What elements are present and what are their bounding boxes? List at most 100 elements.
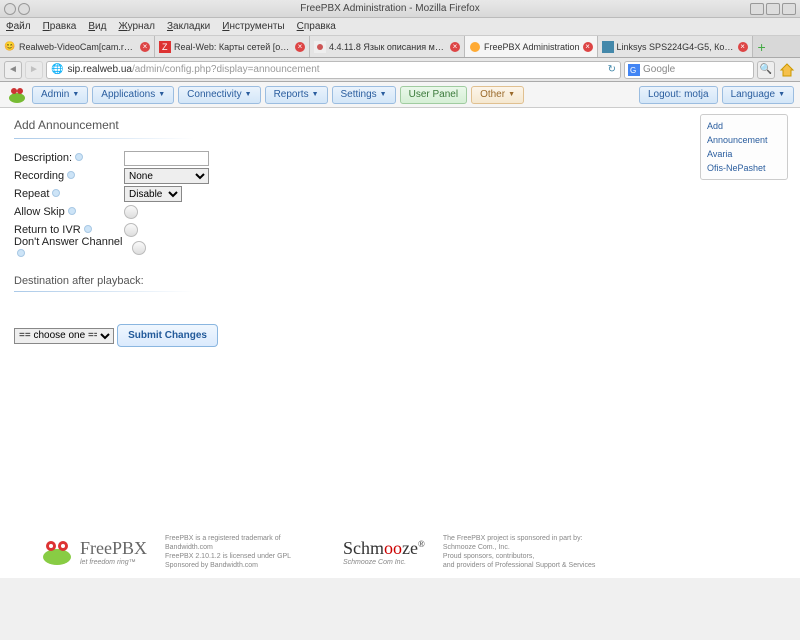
label-allow-skip: Allow Skip: [14, 206, 65, 218]
nav-label: Reports: [274, 89, 309, 100]
tab-label: 4.4.11.8 Язык описания маршр...: [329, 42, 447, 52]
submit-button[interactable]: Submit Changes: [117, 324, 218, 347]
rnav-item[interactable]: Avaria: [707, 147, 781, 161]
url-host: sip.realweb.ua: [67, 64, 131, 75]
menu-history[interactable]: Журнал: [118, 21, 155, 32]
help-icon[interactable]: [84, 225, 92, 233]
nav-applications[interactable]: Applications▼: [92, 86, 174, 104]
return-ivr-checkbox[interactable]: [124, 223, 138, 237]
chevron-down-icon: ▼: [508, 91, 515, 98]
freepbx-footer-logo: FreePBX let freedom ring™: [40, 537, 147, 567]
nav-other[interactable]: Other▼: [471, 86, 524, 104]
help-icon[interactable]: [75, 153, 83, 161]
nav-label: Admin: [41, 89, 69, 100]
favicon-icon: [469, 41, 481, 53]
menu-tools[interactable]: Инструменты: [222, 21, 284, 32]
page-heading: Add Announcement: [14, 118, 786, 132]
help-icon[interactable]: [67, 171, 75, 179]
tab-label: Real-Web: Карты сетей [обновл...: [174, 42, 292, 52]
schmooze-footer-logo: Schmooze® Schmooze Com Inc.: [343, 538, 425, 566]
rnav-add-announcement[interactable]: Add Announcement: [707, 119, 781, 147]
label-recording: Recording: [14, 170, 64, 182]
browser-tab[interactable]: Linksys SPS224G4-G5, Коммутат... ×: [598, 36, 753, 57]
forward-button[interactable]: ►: [25, 61, 43, 79]
nav-label: Logout: motja: [648, 89, 709, 100]
freepbx-logo-icon[interactable]: [6, 85, 28, 105]
browser-tab[interactable]: Z Real-Web: Карты сетей [обновл... ×: [155, 36, 310, 57]
browser-tab[interactable]: 😊 Realweb-VideoCam[cam.realweb... ×: [0, 36, 155, 57]
nav-language[interactable]: Language▼: [722, 86, 794, 104]
search-engine-icon: G: [628, 64, 640, 76]
description-input[interactable]: [124, 151, 209, 166]
nav-logout[interactable]: Logout: motja: [639, 86, 718, 104]
nav-connectivity[interactable]: Connectivity▼: [178, 86, 260, 104]
dont-answer-checkbox[interactable]: [132, 241, 146, 255]
freepbx-wordmark: FreePBX: [80, 538, 147, 559]
divider: [14, 291, 194, 292]
nav-admin[interactable]: Admin▼: [32, 86, 88, 104]
home-button[interactable]: [778, 61, 796, 79]
menu-view[interactable]: Вид: [88, 21, 106, 32]
chevron-down-icon: ▼: [312, 91, 319, 98]
menu-help[interactable]: Справка: [297, 21, 336, 32]
right-nav: Add Announcement Avaria Ofis-NePashet: [700, 114, 788, 180]
nav-reports[interactable]: Reports▼: [265, 86, 328, 104]
menu-bookmarks[interactable]: Закладки: [167, 21, 210, 32]
favicon-icon: Z: [159, 41, 171, 53]
label-return-ivr: Return to IVR: [14, 224, 81, 236]
destination-select[interactable]: == choose one ==: [14, 328, 114, 344]
repeat-select[interactable]: Disable: [124, 186, 182, 202]
address-bar[interactable]: 🌐 sip.realweb.ua/admin/config.php?displa…: [46, 61, 621, 79]
schmooze-blurb: The FreePBX project is sponsored in part…: [443, 534, 613, 570]
svg-text:G: G: [630, 66, 636, 75]
close-icon[interactable]: ×: [450, 42, 460, 52]
chevron-down-icon: ▼: [778, 91, 785, 98]
freepbx-blurb: FreePBX is a registered trademark of Ban…: [165, 534, 325, 570]
nav-settings[interactable]: Settings▼: [332, 86, 396, 104]
back-button[interactable]: ◄: [4, 61, 22, 79]
reload-icon[interactable]: ↻: [608, 64, 616, 75]
nav-label: User Panel: [409, 89, 458, 100]
menu-file[interactable]: Файл: [6, 21, 31, 32]
page-content: Add Announcement Description: Recording …: [0, 108, 800, 578]
window-title: FreePBX Administration - Mozilla Firefox: [30, 3, 750, 14]
new-tab-button[interactable]: +: [753, 36, 771, 57]
destination-heading: Destination after playback:: [14, 275, 786, 287]
help-icon[interactable]: [68, 207, 76, 215]
allow-skip-checkbox[interactable]: [124, 205, 138, 219]
favicon-icon: 😊: [4, 41, 16, 53]
search-box[interactable]: G Google: [624, 61, 754, 79]
tab-label: FreePBX Administration: [484, 42, 580, 52]
minimize-button[interactable]: [750, 3, 764, 15]
favicon-icon: [314, 41, 326, 53]
help-icon[interactable]: [52, 189, 60, 197]
nav-label: Other: [480, 89, 505, 100]
maximize-button[interactable]: [766, 3, 780, 15]
window-button[interactable]: [18, 3, 30, 15]
close-icon[interactable]: ×: [738, 42, 748, 52]
window-menu-button[interactable]: [4, 3, 16, 15]
close-icon[interactable]: ×: [140, 42, 150, 52]
rnav-item[interactable]: Ofis-NePashet: [707, 161, 781, 175]
url-path: /admin/config.php?display=announcement: [132, 64, 320, 75]
label-dont-answer: Don't Answer Channel: [14, 236, 123, 248]
browser-tab[interactable]: FreePBX Administration ×: [465, 36, 598, 57]
close-icon[interactable]: ×: [583, 42, 593, 52]
close-window-button[interactable]: [782, 3, 796, 15]
page-footer: FreePBX let freedom ring™ FreePBX is a r…: [0, 526, 800, 578]
menu-edit[interactable]: Правка: [43, 21, 77, 32]
nav-user-panel[interactable]: User Panel: [400, 86, 467, 104]
schmooze-wordmark: Schmooze®: [343, 538, 425, 559]
browser-tab[interactable]: 4.4.11.8 Язык описания маршр... ×: [310, 36, 465, 57]
close-icon[interactable]: ×: [295, 42, 305, 52]
site-identity-icon[interactable]: 🌐: [51, 64, 63, 75]
label-repeat: Repeat: [14, 188, 49, 200]
browser-tab-bar: 😊 Realweb-VideoCam[cam.realweb... × Z Re…: [0, 36, 800, 58]
binoculars-icon[interactable]: 🔍: [757, 61, 775, 79]
nav-label: Language: [731, 89, 776, 100]
svg-text:Z: Z: [162, 42, 168, 52]
help-icon[interactable]: [17, 249, 25, 257]
recording-select[interactable]: None: [124, 168, 209, 184]
chevron-down-icon: ▼: [72, 91, 79, 98]
browser-menu-bar: Файл Правка Вид Журнал Закладки Инструме…: [0, 18, 800, 36]
